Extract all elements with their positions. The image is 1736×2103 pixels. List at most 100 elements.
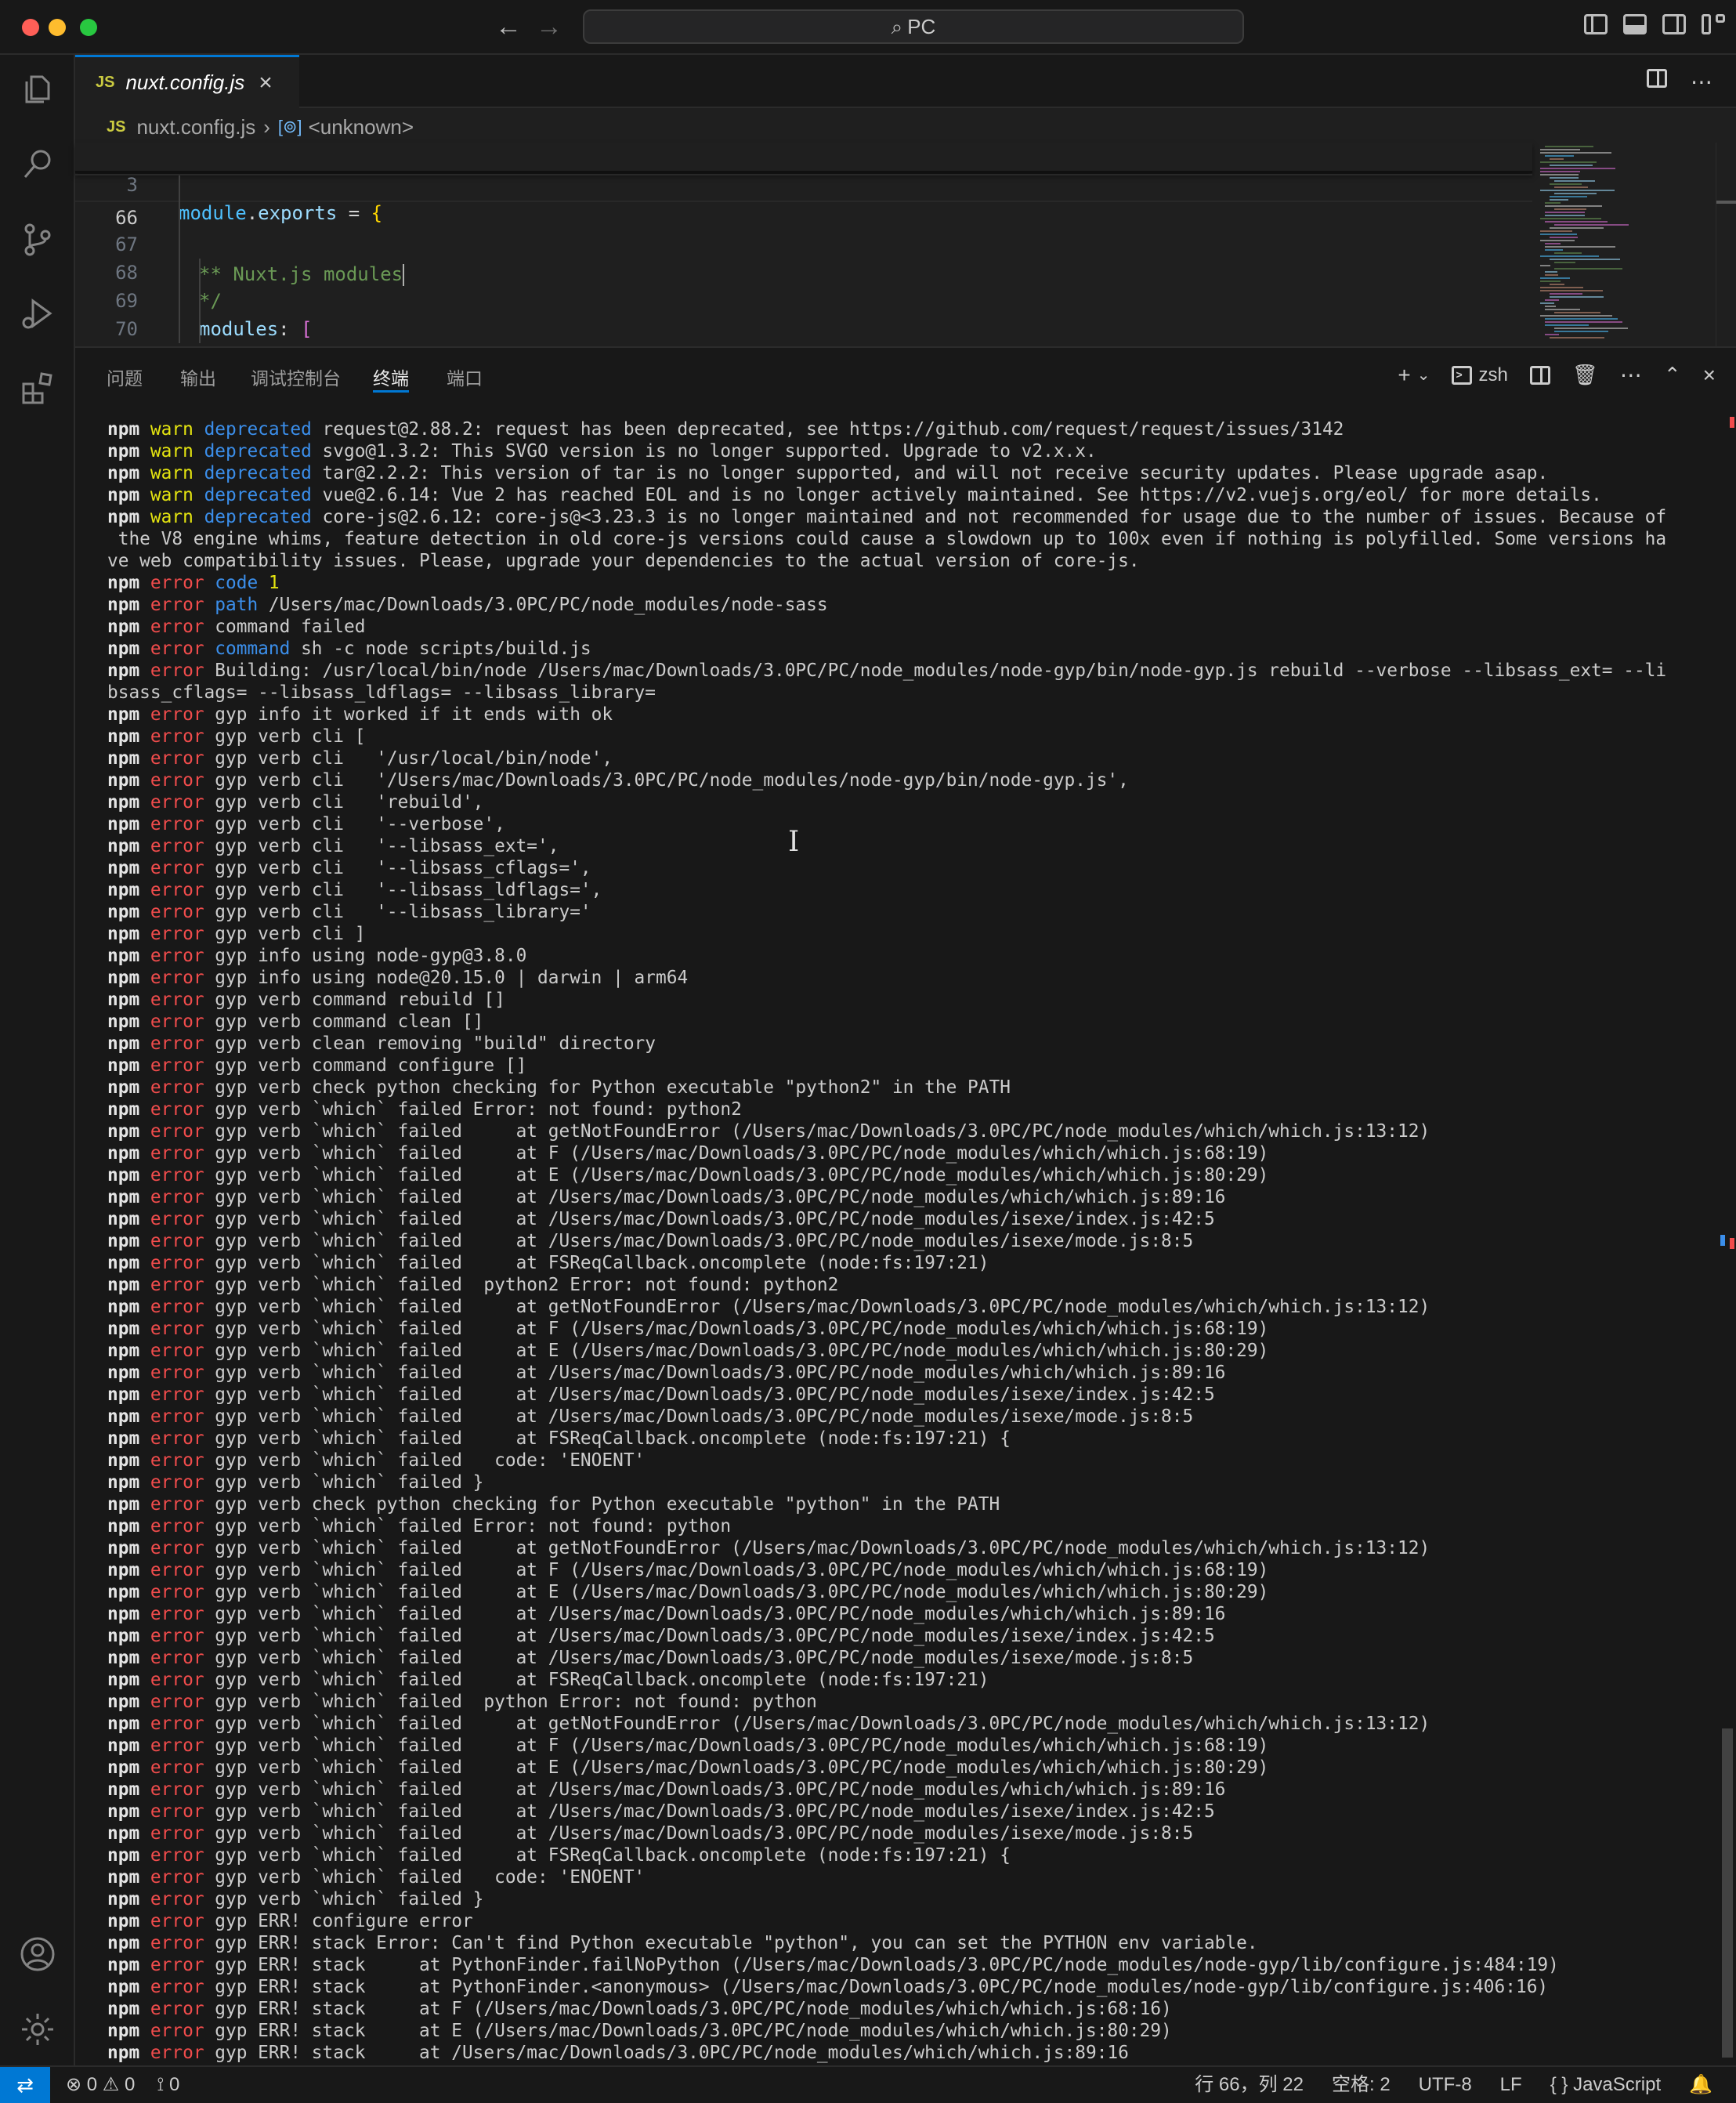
more-actions-icon[interactable]: ⋯ — [1620, 362, 1642, 388]
terminal-output: npm warn deprecated request@2.88.2: requ… — [107, 418, 1666, 2064]
javascript-file-icon: JS — [107, 118, 126, 136]
code-editor[interactable]: 3 module.exports = { 66 ** Nuxt.js modul… — [75, 143, 1532, 425]
minimap-line — [1550, 183, 1582, 185]
terminal-line: ve web compatibility issues. Please, upg… — [107, 551, 1140, 571]
terminal-line: npm error gyp verb `which` failed at E (… — [107, 1757, 1269, 1778]
tab-output[interactable]: 输出 — [180, 364, 216, 390]
code-line[interactable]: 71 "cookie-universal-nuxt", — [75, 315, 1532, 425]
minimap-line — [1540, 190, 1615, 191]
terminal-line: npm error gyp verb `which` failed at E (… — [107, 1165, 1269, 1185]
editor-tab-nuxt-config[interactable]: JS nuxt.config.js × — [75, 55, 299, 108]
editor-scrollbar[interactable] — [1716, 143, 1736, 346]
terminal[interactable]: npm warn deprecated request@2.88.2: requ… — [75, 403, 1720, 2065]
back-arrow-icon[interactable]: ← — [495, 11, 522, 42]
settings-gear-icon[interactable] — [19, 2011, 56, 2048]
run-and-debug-icon[interactable] — [19, 295, 56, 332]
search-icon[interactable] — [19, 146, 56, 183]
source-control-icon[interactable] — [19, 221, 56, 259]
breadcrumb-symbol[interactable]: <unknown> — [309, 115, 414, 139]
plus-icon: + — [1398, 362, 1411, 387]
terminal-line: npm error gyp verb `which` failed at FSR… — [107, 1428, 1011, 1449]
terminal-line: npm error gyp ERR! configure error — [107, 1911, 473, 1931]
window-close-button[interactable] — [22, 19, 39, 36]
code-line-current[interactable]: 66 ** Nuxt.js modules — [75, 174, 1532, 286]
indentation[interactable]: 空格: 2 — [1332, 2067, 1391, 2103]
terminal-line: npm error gyp ERR! stack Error: Can't fi… — [107, 1933, 1258, 1953]
minimap-line — [1550, 284, 1564, 285]
split-terminal-icon[interactable] — [1529, 365, 1550, 385]
terminal-line: npm error gyp verb check python checking… — [107, 1077, 1011, 1098]
code-line[interactable]: 70 "@nuxtjs/auth", — [75, 287, 1532, 396]
terminal-line: npm error gyp verb `which` failed at FSR… — [107, 1253, 989, 1273]
minimap-line — [1550, 259, 1620, 260]
tab-problems[interactable]: 问题 — [107, 364, 143, 390]
close-panel-icon[interactable]: × — [1703, 363, 1716, 388]
minimap-line — [1545, 324, 1589, 326]
ports-status[interactable]: ⟟ 0 — [157, 2067, 179, 2103]
customize-layout-icon[interactable] — [1702, 14, 1725, 34]
minimap[interactable] — [1535, 143, 1637, 346]
error-count: 0 — [86, 2074, 98, 2095]
minimap-line — [1550, 199, 1568, 201]
terminal-line: npm error Building: /usr/local/bin/node … — [107, 661, 1667, 681]
language-mode[interactable]: { } JavaScript — [1550, 2067, 1661, 2103]
minimap-line — [1554, 193, 1597, 194]
trash-icon[interactable]: 🗑 — [1572, 363, 1598, 387]
minimap-line — [1545, 271, 1557, 273]
toggle-panel-icon[interactable] — [1623, 14, 1647, 34]
new-terminal-button[interactable]: + ⌄ — [1398, 363, 1430, 388]
minimap-line — [1554, 268, 1622, 270]
chevron-down-icon[interactable]: ⌄ — [1417, 365, 1430, 385]
terminal-shell-selector[interactable]: > zsh — [1452, 364, 1508, 386]
extensions-icon[interactable] — [19, 370, 56, 407]
close-icon[interactable]: × — [259, 70, 273, 96]
problems-status[interactable]: ⊗ 0 ⚠ 0 — [66, 2067, 135, 2103]
tab-ports[interactable]: 端口 — [447, 364, 483, 390]
window-maximize-button[interactable] — [80, 19, 97, 36]
toggle-secondary-sidebar-icon[interactable] — [1662, 14, 1686, 34]
search-icon: ⌕ — [891, 15, 903, 38]
terminal-line: npm error gyp verb `which` failed at /Us… — [107, 1604, 1226, 1624]
terminal-line: npm error gyp verb `which` failed at F (… — [107, 1736, 1269, 1756]
toggle-primary-sidebar-icon[interactable] — [1584, 14, 1608, 34]
accounts-icon[interactable] — [19, 1935, 56, 1973]
minimap-line — [1550, 293, 1582, 295]
terminal-line: npm error gyp verb `which` failed Error:… — [107, 1516, 732, 1537]
minimap-line — [1540, 287, 1583, 288]
encoding[interactable]: UTF-8 — [1419, 2067, 1472, 2103]
minimap-line — [1540, 255, 1599, 257]
minimap-line — [1545, 243, 1561, 244]
code-line[interactable]: 69 "@nuxtjs/axios", — [75, 259, 1532, 368]
breadcrumb-file[interactable]: nuxt.config.js — [136, 115, 255, 139]
terminal-line: npm warn deprecated svgo@1.3.2: This SVG… — [107, 441, 1097, 462]
code-line[interactable]: 67 */ — [75, 202, 1532, 312]
command-center-search[interactable]: ⌕ PC — [583, 9, 1244, 44]
terminal-line: the V8 engine whims, feature detection i… — [107, 529, 1667, 549]
window-minimize-button[interactable] — [49, 19, 66, 36]
forward-arrow-icon[interactable]: → — [536, 11, 562, 42]
remote-indicator-icon[interactable]: ⇄ — [0, 2067, 50, 2103]
tab-debug-console[interactable]: 调试控制台 — [251, 364, 341, 390]
minimap-line — [1550, 177, 1579, 179]
terminal-line: npm warn deprecated request@2.88.2: requ… — [107, 419, 1344, 440]
sticky-scroll-line[interactable]: 3 module.exports = { — [75, 143, 1532, 224]
tab-terminal[interactable]: 终端 — [373, 364, 409, 393]
notifications-bell-icon[interactable]: 🔔 — [1689, 2067, 1712, 2103]
minimap-line — [1540, 315, 1612, 317]
terminal-line: npm error gyp verb check python checking… — [107, 1494, 1000, 1515]
terminal-line: npm error gyp verb command rebuild [] — [107, 990, 505, 1010]
explorer-icon[interactable] — [19, 71, 56, 108]
terminal-scrollbar-thumb[interactable] — [1722, 1728, 1733, 2058]
split-editor-icon[interactable] — [1647, 69, 1667, 88]
minimap-line — [1540, 168, 1615, 169]
maximize-panel-chevron-up-icon[interactable]: ⌃ — [1664, 363, 1681, 387]
end-of-line[interactable]: LF — [1500, 2067, 1522, 2103]
terminal-line: npm error gyp verb cli ] — [107, 924, 366, 944]
cursor-position[interactable]: 行 66，列 22 — [1195, 2067, 1304, 2103]
code-line[interactable]: 68 modules: [ — [75, 230, 1532, 340]
more-actions-icon[interactable]: ⋯ — [1691, 69, 1712, 95]
minimap-line — [1554, 262, 1575, 263]
terminal-line: npm error path /Users/mac/Downloads/3.0P… — [107, 595, 828, 615]
minimap-line — [1545, 321, 1622, 323]
terminal-line: npm error gyp info it worked if it ends … — [107, 704, 613, 725]
